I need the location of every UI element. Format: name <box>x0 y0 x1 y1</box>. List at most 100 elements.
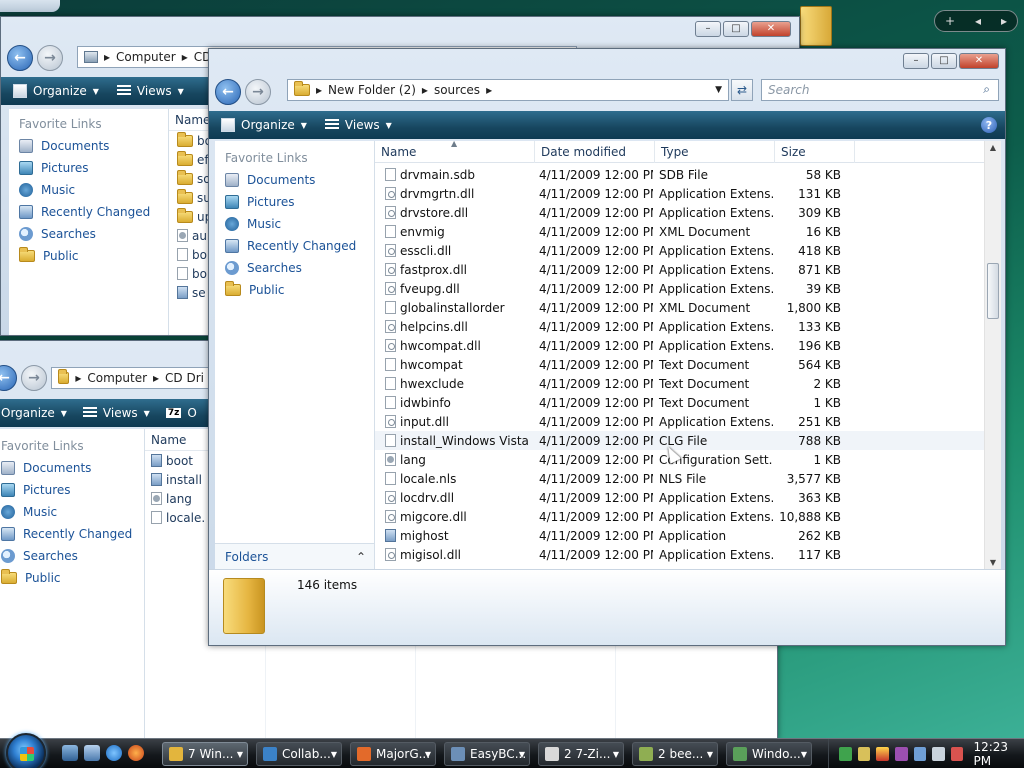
vertical-scrollbar[interactable]: ▲ ▼ <box>984 141 1001 569</box>
file-row[interactable]: envmig 4/11/2009 12:00 PM XML Document 16 K… <box>375 222 1001 241</box>
start-button[interactable] <box>6 733 46 768</box>
file-row[interactable]: hwexclude 4/11/2009 12:00 PM Text Document… <box>375 374 1001 393</box>
security-shield-icon[interactable] <box>876 747 889 761</box>
minimize-button[interactable]: – <box>903 53 929 69</box>
nav-item-documents[interactable]: Documents <box>0 457 144 479</box>
nav-item-recently-changed[interactable]: Recently Changed <box>215 235 374 257</box>
nav-item-searches[interactable]: Searches <box>0 545 144 567</box>
extract-7zip-button[interactable]: 7z O <box>165 406 197 420</box>
firefox-icon[interactable] <box>128 745 144 761</box>
power-icon[interactable] <box>950 747 964 761</box>
maximize-button[interactable]: □ <box>931 53 957 69</box>
nav-item-music[interactable]: Music <box>215 213 374 235</box>
organize-menu[interactable]: Organize ▼ <box>1 406 67 420</box>
column-header-type[interactable]: Type <box>655 141 775 163</box>
file-row[interactable]: globalinstallorder 4/11/2009 12:00 PM XML … <box>375 298 1001 317</box>
file-row[interactable]: input.dll 4/11/2009 12:00 PM Application E… <box>375 412 1001 431</box>
add-gadget-button[interactable]: + <box>945 14 955 28</box>
file-row[interactable]: install_Windows Vista ... 4/11/2009 12:00… <box>375 431 1001 450</box>
taskbar-button[interactable]: MajorG... ▼ <box>350 742 436 766</box>
previous-gadget-button[interactable]: ◂ <box>975 14 981 28</box>
file-row[interactable]: fveupg.dll 4/11/2009 12:00 PM Application … <box>375 279 1001 298</box>
nav-item-searches[interactable]: Searches <box>215 257 374 279</box>
file-row[interactable]: migisol.dll 4/11/2009 12:00 PM Application… <box>375 545 1001 564</box>
forward-button[interactable]: → <box>245 79 271 105</box>
column-header-name[interactable]: Name ▲ <box>375 141 535 163</box>
nav-item-pictures[interactable]: Pictures <box>215 191 374 213</box>
minimize-button[interactable]: – <box>695 21 721 37</box>
show-desktop-icon[interactable] <box>62 745 78 761</box>
nav-item-recently-changed[interactable]: Recently Changed <box>0 523 144 545</box>
nav-item-public[interactable]: Public <box>9 245 168 267</box>
file-row[interactable]: helpcins.dll 4/11/2009 12:00 PM Applicatio… <box>375 317 1001 336</box>
breadcrumb-cd-drive[interactable]: CD Dri <box>165 371 204 385</box>
next-gadget-button[interactable]: ▸ <box>1001 14 1007 28</box>
views-menu[interactable]: Views ▼ <box>82 406 150 420</box>
scroll-up-icon[interactable]: ▲ <box>985 143 1001 152</box>
internet-explorer-icon[interactable] <box>106 745 122 761</box>
breadcrumb-new-folder-2[interactable]: New Folder (2) <box>328 83 416 97</box>
scrollbar-thumb[interactable] <box>987 263 999 319</box>
explorer-window-sources[interactable]: – □ ✕ ← → ▸ New Folder (2) ▸ sources ▸ ▼… <box>208 48 1006 646</box>
folders-toggle[interactable]: Folders ⌃ <box>215 543 374 569</box>
file-row[interactable]: mighost 4/11/2009 12:00 PM Application 262 … <box>375 526 1001 545</box>
file-row[interactable]: fastprox.dll 4/11/2009 12:00 PM Applicatio… <box>375 260 1001 279</box>
desktop-folder-icon[interactable] <box>800 6 832 46</box>
address-bar[interactable]: ▸ New Folder (2) ▸ sources ▸ ▼ <box>287 79 729 101</box>
help-icon[interactable]: ? <box>981 117 997 133</box>
file-row[interactable]: migcore.dll 4/11/2009 12:00 PM Application… <box>375 507 1001 526</box>
close-button[interactable]: ✕ <box>959 53 999 69</box>
file-row[interactable]: idwbinfo 4/11/2009 12:00 PM Text Document 1… <box>375 393 1001 412</box>
scroll-down-icon[interactable]: ▼ <box>985 558 1001 567</box>
nav-item-public[interactable]: Public <box>215 279 374 301</box>
taskbar-button[interactable]: EasyBC... ▼ <box>444 742 530 766</box>
file-row[interactable]: hwcompat.dll 4/11/2009 12:00 PM Applicatio… <box>375 336 1001 355</box>
nav-item-recently-changed[interactable]: Recently Changed <box>9 201 168 223</box>
file-row[interactable]: drvmgrtn.dll 4/11/2009 12:00 PM Applicatio… <box>375 184 1001 203</box>
breadcrumb-computer[interactable]: Computer <box>87 371 147 385</box>
file-row[interactable]: esscli.dll 4/11/2009 12:00 PM Application … <box>375 241 1001 260</box>
refresh-button[interactable]: ⇄ <box>731 79 753 101</box>
file-row[interactable]: hwcompat 4/11/2009 12:00 PM Text Document 5… <box>375 355 1001 374</box>
file-row[interactable]: drvstore.dll 4/11/2009 12:00 PM Applicatio… <box>375 203 1001 222</box>
search-icon[interactable]: ⌕ <box>983 82 990 97</box>
forward-button[interactable]: → <box>21 365 47 391</box>
switch-windows-icon[interactable] <box>84 745 100 761</box>
network-connection-icon[interactable] <box>913 747 927 761</box>
nav-item-pictures[interactable]: Pictures <box>9 157 168 179</box>
taskbar-button[interactable]: Windo... ▼ <box>726 742 812 766</box>
file-row[interactable]: drvmain.sdb 4/11/2009 12:00 PM SDB File 58 … <box>375 165 1001 184</box>
taskbar-button[interactable]: 2 7-Zi... ▼ <box>538 742 624 766</box>
nav-item-music[interactable]: Music <box>9 179 168 201</box>
tray-app-icon[interactable] <box>894 747 908 761</box>
column-header-size[interactable]: Size <box>775 141 855 163</box>
nav-item-music[interactable]: Music <box>0 501 144 523</box>
address-dropdown-icon[interactable]: ▼ <box>715 85 722 95</box>
breadcrumb-computer[interactable]: Computer <box>116 50 176 64</box>
back-button[interactable]: ← <box>0 365 17 391</box>
taskbar-button[interactable]: 7 Win... ▼ <box>162 742 248 766</box>
nav-item-documents[interactable]: Documents <box>215 169 374 191</box>
organize-menu[interactable]: Organize ▼ <box>221 118 307 132</box>
file-row[interactable]: locale.nls 4/11/2009 12:00 PM NLS File 3,57… <box>375 469 1001 488</box>
views-menu[interactable]: Views ▼ <box>116 84 184 98</box>
forward-button[interactable]: → <box>37 45 63 71</box>
file-row[interactable]: lang 4/11/2009 12:00 PM Configuration Sett… <box>375 450 1001 469</box>
file-row[interactable]: locdrv.dll 4/11/2009 12:00 PM Application … <box>375 488 1001 507</box>
nav-item-public[interactable]: Public <box>0 567 144 589</box>
back-button[interactable]: ← <box>215 79 241 105</box>
volume-icon[interactable] <box>932 747 945 761</box>
close-button[interactable]: ✕ <box>751 21 791 37</box>
tray-app-icon[interactable] <box>857 747 871 761</box>
nav-item-documents[interactable]: Documents <box>9 135 168 157</box>
clock[interactable]: 12:23 PM <box>973 740 1024 768</box>
taskbar-button[interactable]: Collab... ▼ <box>256 742 342 766</box>
column-header-date[interactable]: Date modified <box>535 141 655 163</box>
search-input[interactable]: Search <box>768 83 810 97</box>
nav-item-searches[interactable]: Searches <box>9 223 168 245</box>
views-menu[interactable]: Views ▼ <box>324 118 392 132</box>
maximize-button[interactable]: □ <box>723 21 749 37</box>
nav-item-pictures[interactable]: Pictures <box>0 479 144 501</box>
breadcrumb-sources[interactable]: sources <box>434 83 480 97</box>
address-bar[interactable]: ▸ Computer ▸ CD Dri <box>51 367 211 389</box>
